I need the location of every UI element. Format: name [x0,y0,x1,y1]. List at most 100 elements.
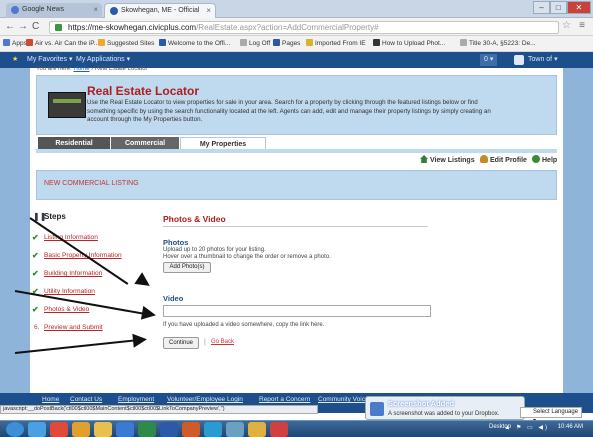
url-input[interactable]: https://me-skowhegan.civicplus.com/RealE… [49,21,559,34]
taskbar-fish-icon[interactable] [226,422,244,437]
bookmark-item[interactable]: Title 30-A, §5223: De... [460,39,536,49]
taskbar-chrome-icon[interactable] [50,422,68,437]
google-news-icon [11,6,19,14]
minimize-button[interactable]: – [533,1,550,14]
bookmark-item[interactable]: Suggested Sites [98,39,154,49]
language-select[interactable]: Select Language ▾ [520,407,582,424]
go-back-link[interactable]: Go Back [211,339,234,345]
browser-tab-google-news[interactable]: Google News × [6,3,102,18]
help-icon [532,155,540,163]
url-path: /RealEstate.aspx?action=AddCommercialPro… [196,23,379,32]
reload-icon[interactable]: C [32,21,39,33]
user-avatar-icon [514,55,524,65]
bookmark-icon [26,39,33,46]
photos-help-2: Hover over a thumbnail to change the ord… [163,254,331,260]
tray-icons[interactable]: ▲ ⚑ ▭ ◀) [504,424,549,431]
bookmark-item[interactable]: Pages [273,39,300,49]
footer-link-contact[interactable]: Contact Us [70,396,102,403]
bookmark-icon [373,39,380,46]
taskbar-media-icon[interactable] [72,422,90,437]
help-link[interactable]: Help [532,155,557,164]
notifications-badge[interactable]: 0 ▾ [480,54,498,66]
taskbar-outlook-icon[interactable] [116,422,134,437]
taskbar-powerpoint-icon[interactable] [182,422,200,437]
bookmark-item[interactable]: Log Off [240,39,270,49]
forward-arrow-icon[interactable]: → [18,21,28,33]
step-number: 6. [34,324,40,331]
maximize-button[interactable]: □ [549,1,567,14]
annotation-arrow-head [132,332,148,348]
taskbar-excel-icon[interactable] [138,422,156,437]
bookmark-icon [273,39,280,46]
bookmark-star-icon[interactable]: ☆ [562,20,571,31]
folder-icon [306,39,313,46]
close-window-button[interactable]: ✕ [566,1,591,14]
footer-link-employment[interactable]: Employment [118,396,154,403]
browser-tab-strip: Google News × Skowhegan, ME - Official ×… [0,0,593,18]
step-building-information[interactable]: ✔ Building Information [32,269,102,278]
steps-heading: Steps [44,212,66,221]
bookmark-apps[interactable]: Apps [3,39,27,49]
town-menu[interactable]: Town of ▾ [528,52,558,68]
taskbar-ie2-icon[interactable] [204,422,222,437]
screen: Google News × Skowhegan, ME - Official ×… [0,0,593,437]
bookmark-folder[interactable]: Imported From IE [306,39,366,49]
footer-link-home[interactable]: Home [42,396,59,403]
checkmark-icon: ✔ [32,305,39,314]
video-link-input[interactable] [163,305,431,317]
status-bar-url: javascript:__doPostBack('ctl00$ctl00$Mai… [0,405,318,414]
video-title: Video [163,294,184,303]
listing-title: NEW COMMERCIAL LISTING [44,180,139,187]
video-help: If you have uploaded a video somewhere, … [163,322,325,328]
tab-underline [36,149,557,153]
taskbar-explorer-icon[interactable] [94,422,112,437]
bookmark-item[interactable]: Welcome to the Offi... [159,39,230,49]
clock[interactable]: 10:46 AM [558,424,583,430]
footer-link-community-voice[interactable]: Community Voice [318,396,369,403]
step-photos-video[interactable]: ✔ Photos & Video [32,305,89,314]
bookmark-icon [159,39,166,46]
url-host: https://me-skowhegan.civicplus.com [68,23,197,32]
close-tab-icon[interactable]: × [93,3,98,17]
page-icon [240,39,247,46]
taskbar-folder-icon[interactable] [248,422,266,437]
tab-label: Google News [22,6,65,13]
footer-link-volunteer-login[interactable]: Volunteer/Employee Login [167,396,243,403]
breadcrumb-home-link[interactable]: Home [73,66,89,72]
checkmark-icon: ✔ [32,251,39,260]
browser-tab-skowhegan[interactable]: Skowhegan, ME - Official × [104,3,216,18]
notification-text: A screenshot was added to your Dropbox. [388,411,500,417]
checkmark-icon: ✔ [32,233,39,242]
page-title: Real Estate Locator [87,84,200,98]
notification-title: Screenshot Added [388,399,454,408]
annotation-arrow-head [140,305,158,323]
continue-button[interactable]: Continue [163,337,199,349]
real-estate-sign-icon [48,92,86,118]
step-listing-information[interactable]: ✔ Listing Information [32,233,98,242]
bookmark-icon [98,39,105,46]
apps-grid-icon [3,39,10,46]
taskbar-paint-icon[interactable] [270,422,288,437]
back-arrow-icon[interactable]: ← [5,21,15,33]
separator: | [204,339,206,346]
step-utility-information[interactable]: ✔ Utility Information [32,287,95,296]
site-favicon-icon [110,7,118,15]
tab-label: Skowhegan, ME - Official [121,7,200,14]
edit-profile-link[interactable]: Edit Profile [480,155,527,164]
dropbox-notification[interactable]: Screenshot Added A screenshot was added … [365,396,525,420]
bookmark-item[interactable]: How to Upload Phot... [373,39,445,49]
taskbar-word-icon[interactable] [160,422,178,437]
checkmark-icon: ✔ [32,269,39,278]
house-icon [420,155,428,163]
close-tab-icon[interactable]: × [206,4,211,18]
footer-link-report-concern[interactable]: Report a Concern [259,396,310,403]
star-icon: ★ [12,56,19,63]
bookmark-item[interactable]: Air vs. Air Can the iP... [26,39,99,49]
step-preview-and-submit[interactable]: 6. Preview and Submit [34,324,103,331]
taskbar-start-button-icon[interactable] [6,422,24,437]
browser-menu-icon[interactable]: ≡ [579,20,585,31]
add-photos-button[interactable]: Add Photo(s) [163,262,211,273]
taskbar-ie-icon[interactable] [28,422,46,437]
user-edit-icon [480,155,488,163]
view-listings-link[interactable]: View Listings [420,155,475,164]
